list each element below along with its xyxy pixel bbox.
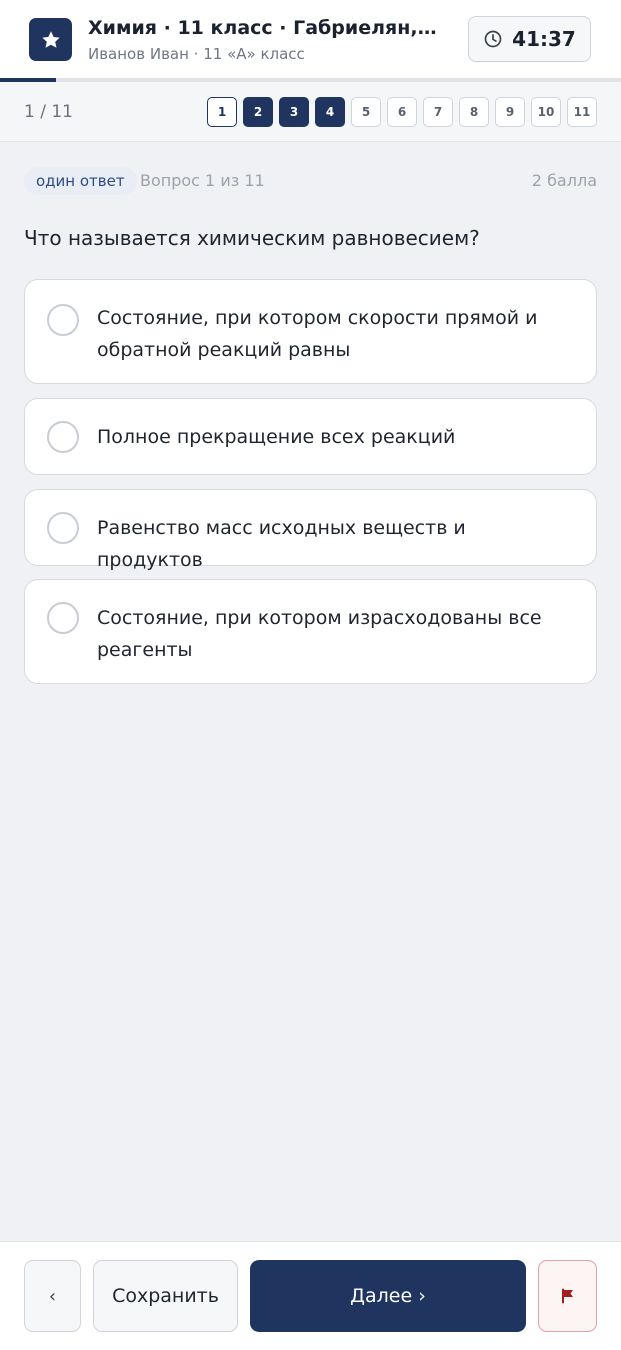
answer-option-1[interactable]: Состояние, при котором скорости прямой и… xyxy=(24,279,597,384)
question-counter: 1 / 11 xyxy=(24,102,73,122)
student-info: Иванов Иван · 11 «А» класс xyxy=(88,45,305,63)
clock-icon xyxy=(484,30,502,48)
radio-button[interactable] xyxy=(47,602,79,634)
radio-button[interactable] xyxy=(47,512,79,544)
timer: 41:37 xyxy=(468,16,591,62)
question-number-list: 1 2 3 4 5 6 7 8 9 10 11 xyxy=(207,97,597,127)
answer-option-3[interactable]: Равенство масс исходных веществ и продук… xyxy=(24,489,597,571)
app-header: Химия · 11 класс · Габриелян, 2024 Ивано… xyxy=(0,0,621,78)
question-number-9[interactable]: 9 xyxy=(495,97,525,127)
save-button[interactable]: Сохранить xyxy=(93,1260,238,1332)
option-text: Состояние, при котором израсходованы все… xyxy=(97,607,542,661)
question-number-8[interactable]: 8 xyxy=(459,97,489,127)
star-icon xyxy=(29,18,72,61)
question-number-10[interactable]: 10 xyxy=(531,97,561,127)
question-number-11[interactable]: 11 xyxy=(567,97,597,127)
next-button[interactable]: Далее › xyxy=(250,1260,526,1332)
question-navigation: 1 / 11 1 2 3 4 5 6 7 8 9 10 11 xyxy=(0,82,621,142)
flag-icon xyxy=(561,1288,573,1304)
previous-button[interactable]: ‹ xyxy=(24,1260,81,1332)
question-text: Что называется химическим равновесием? xyxy=(24,226,480,250)
option-text: Полное прекращение всех реакций xyxy=(97,426,456,448)
question-number-7[interactable]: 7 xyxy=(423,97,453,127)
question-number-1[interactable]: 1 xyxy=(207,97,237,127)
option-text: Состояние, при котором скорости прямой и… xyxy=(97,307,538,361)
question-number-2[interactable]: 2 xyxy=(243,97,273,127)
flag-button[interactable] xyxy=(538,1260,597,1332)
timer-value: 41:37 xyxy=(512,27,576,51)
test-title: Химия · 11 класс · Габриелян, 2024 xyxy=(88,17,438,39)
question-number-3[interactable]: 3 xyxy=(279,97,309,127)
question-number-5[interactable]: 5 xyxy=(351,97,381,127)
question-number-4[interactable]: 4 xyxy=(315,97,345,127)
question-number-6[interactable]: 6 xyxy=(387,97,417,127)
option-text: Равенство масс исходных веществ и продук… xyxy=(97,517,466,571)
question-label: Вопрос 1 из 11 xyxy=(140,171,265,190)
answer-option-2[interactable]: Полное прекращение всех реакций xyxy=(24,398,597,475)
footer-toolbar: ‹ Сохранить Далее › xyxy=(0,1241,621,1350)
radio-button[interactable] xyxy=(47,421,79,453)
radio-button[interactable] xyxy=(47,304,79,336)
question-points: 2 балла xyxy=(531,171,597,190)
question-type-badge: один ответ xyxy=(24,167,137,195)
answer-option-4[interactable]: Состояние, при котором израсходованы все… xyxy=(24,579,597,684)
